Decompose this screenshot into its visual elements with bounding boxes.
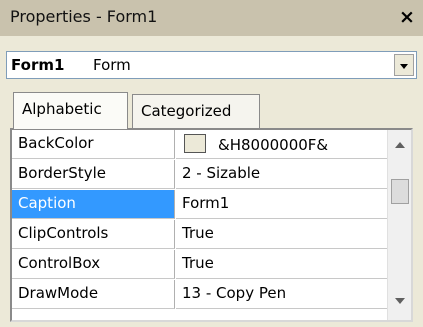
property-name: ClipControls: [12, 220, 175, 249]
object-name: Form1: [11, 56, 65, 74]
property-name: Caption: [12, 190, 175, 219]
property-name: DrawMode: [12, 280, 175, 309]
chevron-down-icon: [400, 64, 408, 69]
scroll-thumb[interactable]: [391, 179, 409, 204]
property-row-caption[interactable]: Caption Form1: [12, 190, 387, 220]
dropdown-button[interactable]: [394, 54, 414, 76]
color-swatch: [184, 134, 206, 153]
property-value-backcolor[interactable]: &H8000000F&: [176, 130, 387, 159]
object-type: Form: [93, 56, 131, 74]
property-value[interactable]: Form1: [176, 190, 387, 219]
property-row-clipcontrols[interactable]: ClipControls True: [12, 220, 387, 250]
property-value[interactable]: 2 - Sizable: [176, 160, 387, 189]
property-grid: BackColor &H8000000F& BorderStyle 2 - Si…: [10, 128, 413, 322]
property-value[interactable]: True: [176, 220, 387, 249]
vertical-scrollbar[interactable]: [387, 130, 411, 320]
object-selector[interactable]: Form1 Form: [6, 51, 417, 79]
properties-titlebar: Properties - Form1 ×: [0, 0, 423, 36]
property-value-text: &H8000000F&: [218, 136, 329, 154]
scroll-down-icon[interactable]: [395, 298, 405, 304]
tab-alphabetic[interactable]: Alphabetic: [13, 92, 128, 129]
property-name: ControlBox: [12, 250, 175, 279]
property-name: BorderStyle: [12, 160, 175, 189]
close-icon[interactable]: ×: [396, 5, 418, 29]
scroll-up-icon[interactable]: [395, 142, 405, 148]
window-title: Properties - Form1: [10, 7, 158, 26]
property-value[interactable]: 13 - Copy Pen: [176, 280, 387, 309]
property-row-borderstyle[interactable]: BorderStyle 2 - Sizable: [12, 160, 387, 190]
property-name: BackColor: [12, 130, 175, 159]
property-row-drawmode[interactable]: DrawMode 13 - Copy Pen: [12, 280, 387, 310]
tab-categorized[interactable]: Categorized: [132, 94, 260, 128]
property-row-backcolor[interactable]: BackColor &H8000000F&: [12, 130, 387, 160]
property-value[interactable]: True: [176, 250, 387, 279]
property-row-controlbox[interactable]: ControlBox True: [12, 250, 387, 280]
